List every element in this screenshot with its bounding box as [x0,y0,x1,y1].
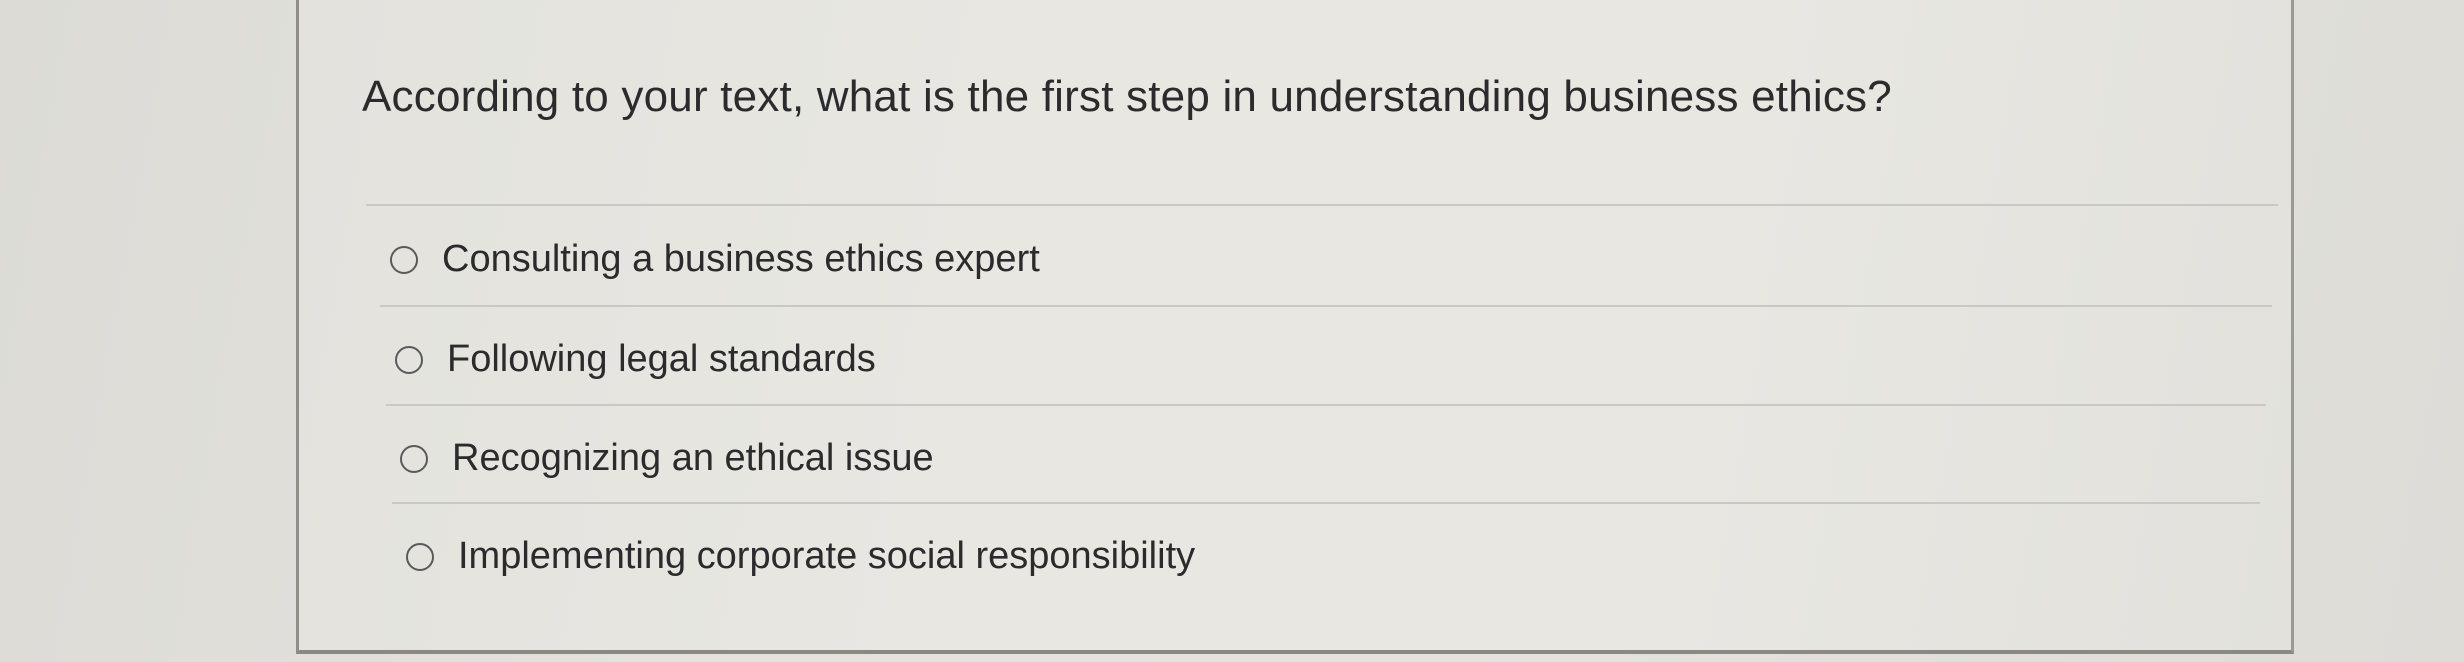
option-label: Implementing corporate social responsibi… [458,535,1196,577]
question-divider [366,204,2278,206]
option-label: Following legal standards [447,338,876,380]
radio-button-icon[interactable] [400,444,428,473]
option-label: Recognizing an ethical issue [452,437,934,479]
option-label: Consulting a business ethics expert [442,238,1040,280]
option-divider [392,502,2260,504]
radio-button-icon[interactable] [406,542,434,571]
option-recognizing-issue[interactable]: Recognizing an ethical issue [400,437,934,480]
option-divider [386,404,2266,406]
radio-button-icon[interactable] [390,245,418,274]
option-corporate-social-responsibility[interactable]: Implementing corporate social responsibi… [406,535,1195,578]
option-consulting-expert[interactable]: Consulting a business ethics expert [390,238,1040,281]
radio-button-icon[interactable] [395,345,423,374]
question-text: According to your text, what is the firs… [362,72,1892,121]
option-legal-standards[interactable]: Following legal standards [395,338,876,381]
option-divider [380,305,2272,307]
